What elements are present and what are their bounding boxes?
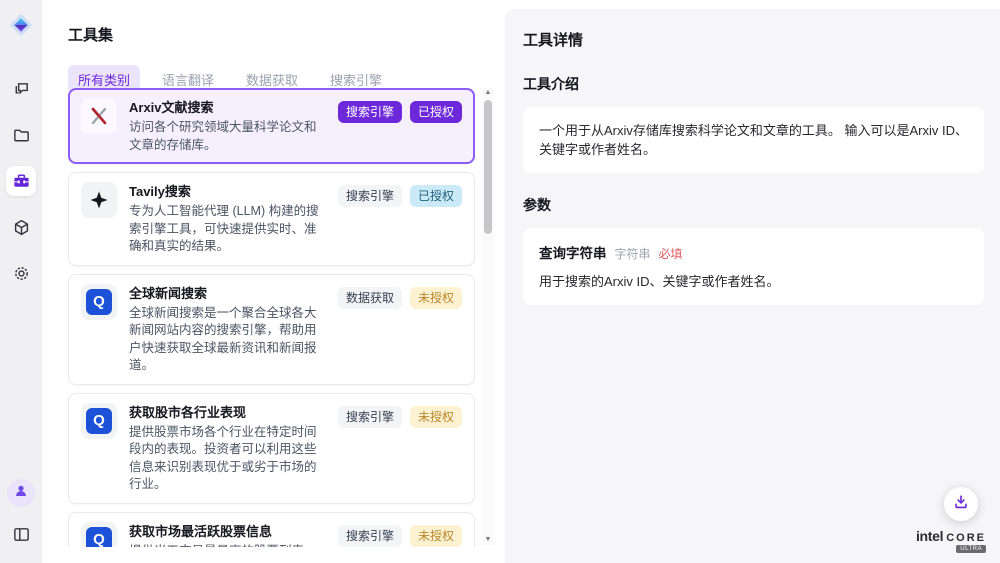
toolbox-icon [12,172,31,191]
tool-name: 获取股市各行业表现 [129,403,326,422]
sidebar-item-account[interactable] [7,479,35,507]
list-scrollbar[interactable]: ▲ ▼ [482,88,494,545]
param-type: 字符串 [615,245,651,262]
auth-badge: 未授权 [410,525,462,547]
sidebar-item-settings[interactable] [6,258,36,288]
app-window: 工具集 所有类别语言翻译数据获取搜索引擎 Arxiv文献搜索 访问各个研究领域大… [0,0,1000,563]
scroll-up-icon[interactable]: ▲ [485,88,492,98]
category-badge: 数据获取 [338,287,402,309]
sidebar-item-files[interactable] [6,120,36,150]
intel-core-logo: intel CORE ULTRA [916,528,986,553]
auth-badge: 已授权 [410,101,462,123]
arxiv-icon [81,98,117,134]
auth-badge: 已授权 [410,185,462,207]
tavily-star-icon [81,182,117,218]
tool-name: Arxiv文献搜索 [129,98,326,117]
app-logo diamond-logo-icon [6,10,36,40]
tool-detail-panel: 工具详情 工具介绍 一个用于从Arxiv存储库搜索科学论文和文章的工具。 输入可… [505,9,1000,563]
category-badge: 搜索引擎 [338,406,402,428]
sidebar-item-chat[interactable] [6,74,36,104]
tool-name: 获取市场最活跃股票信息 [129,522,326,541]
sidebar-item-panel-toggle[interactable] [6,519,36,549]
param-description: 用于搜索的Arxiv ID、关键字或作者姓名。 [539,273,968,291]
brand-core-text: CORE [946,532,986,544]
intro-box: 一个用于从Arxiv存储库搜索科学论文和文章的工具。 输入可以是Arxiv ID… [523,107,984,173]
page-title: 工具集 [42,0,505,45]
tool-cards-list: Arxiv文献搜索 访问各个研究领域大量科学论文和文章的存储库。 搜索引擎 已授… [68,88,475,547]
tool-card[interactable]: Arxiv文献搜索 访问各个研究领域大量科学论文和文章的存储库。 搜索引擎 已授… [68,88,475,164]
layout-columns-icon [12,525,31,544]
scroll-down-icon[interactable]: ▼ [485,535,492,545]
param-name: 查询字符串 [539,242,607,262]
q-news-icon: Q [81,403,117,439]
chat-icon [12,80,31,99]
tool-card[interactable]: Tavily搜索 专为人工智能代理 (LLM) 构建的搜索引擎工具，可快速提供实… [68,172,475,266]
tool-description: 访问各个研究领域大量科学论文和文章的存储库。 [129,119,326,154]
category-badge: 搜索引擎 [338,525,402,547]
param-box: 查询字符串 字符串 必填 用于搜索的Arxiv ID、关键字或作者姓名。 [523,228,984,305]
intro-text: 一个用于从Arxiv存储库搜索科学论文和文章的工具。 输入可以是Arxiv ID… [539,121,968,159]
q-news-icon: Q [81,522,117,548]
tool-description: 提供当天交易量最高的股票列表，投资者可以利用这些信息来识别流动性强的股票和潜在的… [129,543,326,548]
detail-column: 工具详情 工具介绍 一个用于从Arxiv存储库搜索科学论文和文章的工具。 输入可… [505,0,1000,563]
tool-list-panel: 工具集 所有类别语言翻译数据获取搜索引擎 Arxiv文献搜索 访问各个研究领域大… [42,0,505,563]
user-icon [13,483,29,504]
tool-name: Tavily搜索 [129,182,326,201]
tool-description: 提供股票市场各个行业在特定时间段内的表现。投资者可以利用这些信息来识别表现优于或… [129,424,326,494]
auth-badge: 未授权 [410,406,462,428]
sidebar-item-packages[interactable] [6,212,36,242]
category-badge: 搜索引擎 [338,101,402,123]
params-heading: 参数 [523,195,984,215]
tool-name: 全球新闻搜索 [129,284,326,303]
folder-icon [12,126,31,145]
tool-card[interactable]: Q 获取股市各行业表现 提供股票市场各个行业在特定时间段内的表现。投资者可以利用… [68,393,475,504]
tool-card[interactable]: Q 获取市场最活跃股票信息 提供当天交易量最高的股票列表，投资者可以利用这些信息… [68,512,475,548]
tool-card[interactable]: Q 全球新闻搜索 全球新闻搜索是一个聚合全球各大新闻网站内容的搜索引擎，帮助用户… [68,274,475,385]
download-icon [952,493,970,516]
intro-heading: 工具介绍 [523,74,984,94]
package-icon [12,218,31,237]
download-button[interactable] [944,487,978,521]
q-news-icon: Q [81,284,117,320]
tool-description: 全球新闻搜索是一个聚合全球各大新闻网站内容的搜索引擎，帮助用户快速获取全球最新资… [129,305,326,375]
category-badge: 搜索引擎 [338,185,402,207]
brand-ultra-badge: ULTRA [956,545,986,553]
auth-badge: 未授权 [410,287,462,309]
settings-icon [12,264,31,283]
tool-description: 专为人工智能代理 (LLM) 构建的搜索引擎工具，可快速提供实时、准确和真实的结… [129,203,326,256]
icon-sidebar [0,0,42,563]
scrollbar-thumb[interactable] [484,100,492,234]
brand-intel-text: intel [916,528,943,544]
detail-title: 工具详情 [523,29,984,50]
sidebar-item-tools[interactable] [6,166,36,196]
param-required-badge: 必填 [659,245,683,262]
